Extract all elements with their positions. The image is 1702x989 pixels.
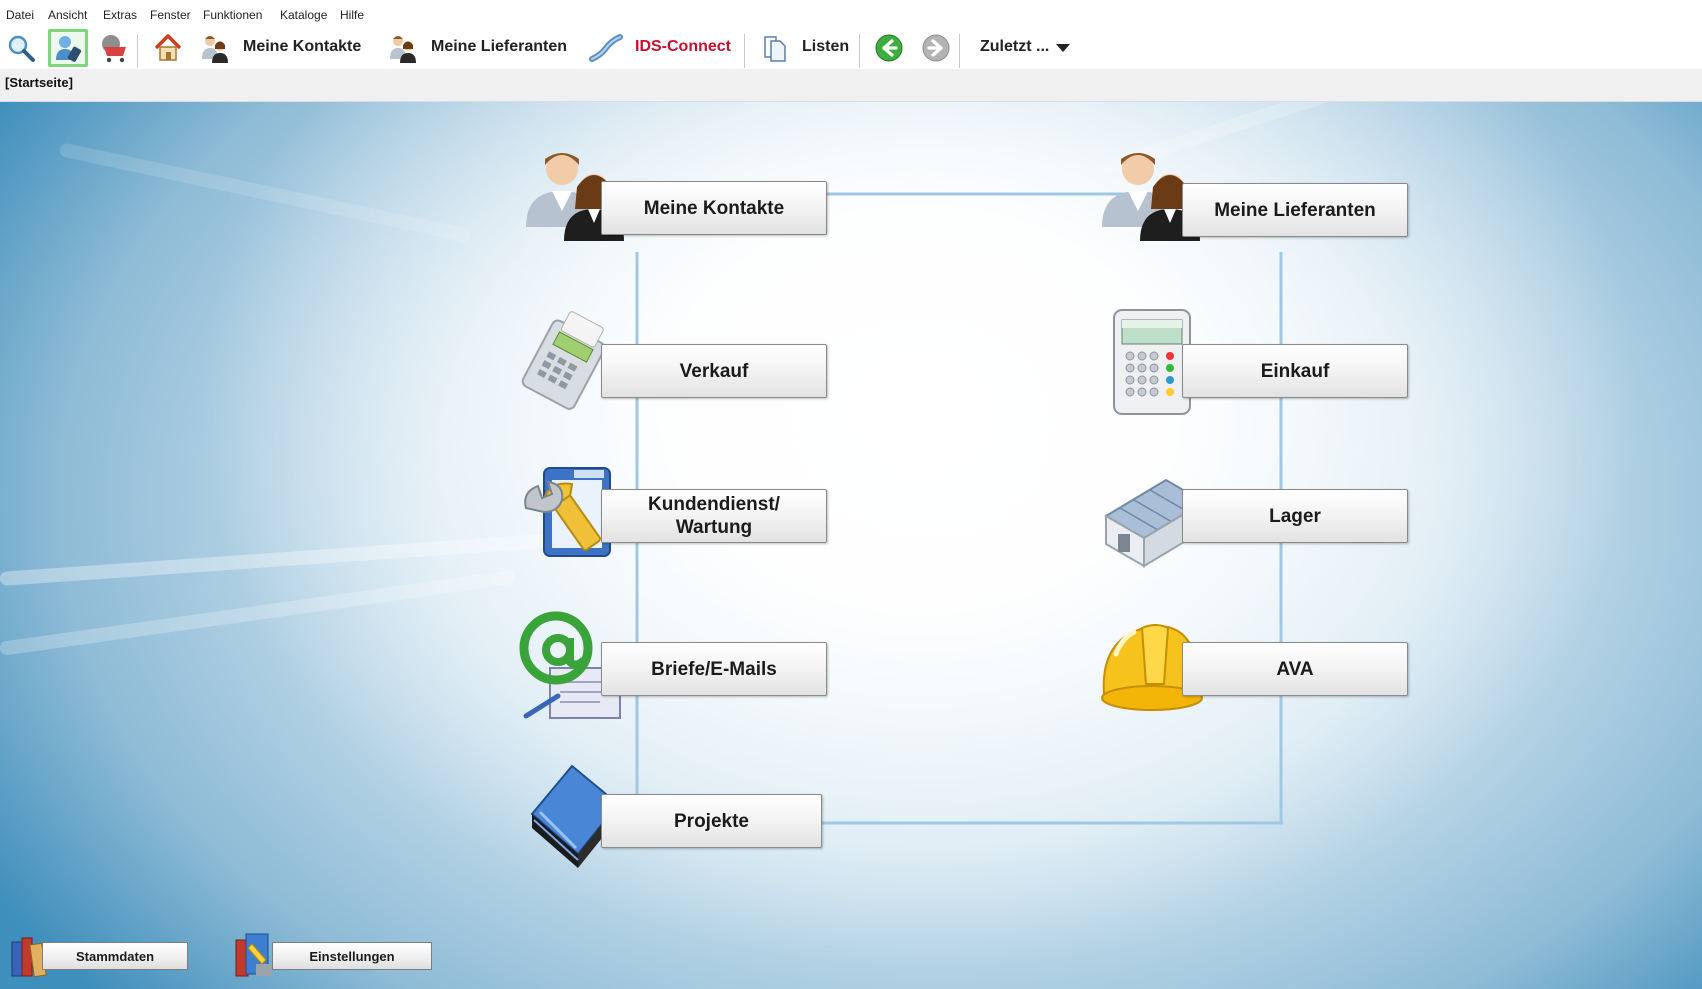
toolbar-suppliers-button[interactable]: Meine Lieferanten [431, 38, 567, 56]
connector-lines [635, 192, 1283, 825]
tile-kundendienst-wartung[interactable]: Kundendienst/ Wartung [601, 489, 827, 543]
tile-ava[interactable]: AVA [1182, 642, 1408, 696]
settings-tools-icon[interactable] [232, 930, 276, 982]
caret-down-icon[interactable] [1052, 30, 1074, 66]
menu-kataloge[interactable]: Kataloge [280, 8, 327, 22]
arrow-right-icon[interactable] [918, 30, 954, 66]
menu-funktionen[interactable]: Funktionen [203, 8, 262, 22]
people-icon[interactable] [197, 30, 233, 66]
tile-einkauf[interactable]: Einkauf [1182, 344, 1408, 398]
tile-verkauf[interactable]: Verkauf [601, 344, 827, 398]
calculator-icon[interactable] [1112, 308, 1192, 420]
document-copy-icon[interactable] [757, 30, 793, 66]
phone-user-icon[interactable] [48, 29, 88, 67]
tab-startseite[interactable]: [Startseite] [5, 75, 73, 90]
menu-extras[interactable]: Extras [103, 8, 137, 22]
start-page-panel: Meine Kontakte Meine Lieferanten Verkauf… [0, 102, 1702, 989]
tile-projekte[interactable]: Projekte [601, 794, 822, 848]
menu-bar: Datei Ansicht Extras Fenster Funktionen … [0, 0, 1702, 30]
tile-lager[interactable]: Lager [1182, 489, 1408, 543]
toolbar-ids-connect-button[interactable]: IDS-Connect [635, 38, 731, 56]
cash-register-icon[interactable] [520, 308, 610, 420]
menu-datei[interactable]: Datei [6, 8, 34, 22]
tile-meine-lieferanten[interactable]: Meine Lieferanten [1182, 183, 1408, 237]
people-icon[interactable] [385, 30, 421, 66]
toolbar-lists-button[interactable]: Listen [802, 38, 849, 56]
tile-meine-kontakte[interactable]: Meine Kontakte [601, 181, 827, 235]
network-cable-icon[interactable] [588, 30, 624, 66]
toolbar: Meine Kontakte Meine Lieferanten IDS-Con… [0, 29, 1702, 68]
tile-briefe-emails[interactable]: Briefe/E-Mails [601, 642, 827, 696]
home-icon[interactable] [150, 30, 186, 66]
menu-fenster[interactable]: Fenster [150, 8, 191, 22]
menu-ansicht[interactable]: Ansicht [48, 8, 87, 22]
search-icon[interactable] [3, 30, 39, 66]
stammdaten-button[interactable]: Stammdaten [42, 942, 188, 970]
einstellungen-button[interactable]: Einstellungen [272, 942, 432, 970]
toolbar-contacts-button[interactable]: Meine Kontakte [243, 38, 361, 56]
arrow-left-icon[interactable] [871, 30, 907, 66]
menu-hilfe[interactable]: Hilfe [340, 8, 364, 22]
toolbar-recent-dropdown[interactable]: Zuletzt ... [980, 38, 1049, 56]
shopping-cart-icon[interactable] [96, 30, 132, 66]
tab-strip: [Startseite] [0, 69, 1702, 102]
